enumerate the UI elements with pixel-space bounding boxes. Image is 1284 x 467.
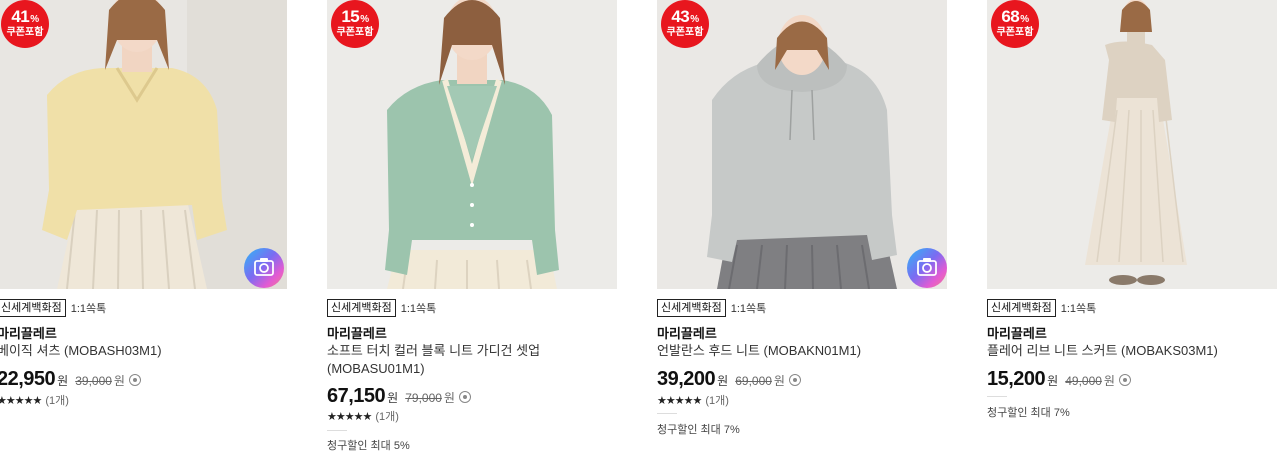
divider: [327, 430, 347, 431]
product-name[interactable]: 베이직 셔츠 (MOBASH03M1): [0, 342, 287, 360]
discount-badge: 68% 쿠폰포함: [991, 0, 1039, 48]
product-image[interactable]: 41% 쿠폰포함: [0, 0, 287, 289]
brand-name[interactable]: 마리끌레르: [0, 323, 57, 342]
info-circle-icon[interactable]: [458, 391, 471, 403]
brand-name[interactable]: 마리끌레르: [657, 323, 717, 342]
discount-badge: 43% 쿠폰포함: [661, 0, 709, 48]
sale-price: 22,950: [0, 368, 56, 390]
rating[interactable]: ★★★★★ (1개): [0, 392, 69, 408]
camera-review-button[interactable]: [244, 248, 284, 288]
brand-name[interactable]: 마리끌레르: [327, 323, 387, 342]
product-card[interactable]: 41% 쿠폰포함 신세계백화점 1:1쏙톡 마리끌레르 베이직 셔츠 (MOBA…: [0, 0, 287, 407]
product-name[interactable]: 소프트 터치 컬러 블록 니트 가디건 셋업 (MOBASU01M1): [327, 342, 617, 378]
rating[interactable]: ★★★★★ (1개): [327, 408, 399, 424]
product-image[interactable]: 68% 쿠폰포함: [987, 0, 1277, 289]
original-currency: 원: [443, 391, 455, 405]
star-icon: ★★★★★: [0, 394, 42, 407]
product-card[interactable]: 15% 쿠폰포함 신세계백화점 1:1쏙톡 마리끌레르 소프트 터치 컬러 블록…: [327, 0, 617, 452]
price-row: 39,200 원 69,000 원: [657, 368, 801, 391]
info-circle-icon[interactable]: [128, 374, 141, 386]
store-row: 신세계백화점 1:1쏙톡: [0, 299, 106, 317]
coupon-label: 쿠폰포함: [336, 27, 374, 38]
original-price: 69,000: [735, 374, 772, 388]
product-card[interactable]: 43% 쿠폰포함 신세계백화점 1:1쏙톡 마리끌레르 언발란스 후드 니트 (…: [657, 0, 947, 436]
currency: 원: [1047, 374, 1059, 388]
product-image[interactable]: 15% 쿠폰포함: [327, 0, 617, 289]
product-photo: [327, 0, 617, 289]
original-currency: 원: [773, 374, 785, 388]
product-photo: [987, 0, 1277, 289]
camera-review-button[interactable]: [907, 248, 947, 288]
review-count: (1개): [45, 395, 69, 407]
chat-link[interactable]: 1:1쏙톡: [731, 300, 767, 316]
price-row: 22,950 원 39,000 원: [0, 368, 141, 391]
original-price: 39,000: [75, 374, 112, 388]
store-tag[interactable]: 신세계백화점: [657, 299, 726, 317]
review-count: (1개): [705, 395, 729, 407]
card-discount-promo: 청구할인 최대 7%: [987, 407, 1070, 419]
product-name[interactable]: 플레어 리브 니트 스커트 (MOBAKS03M1): [987, 342, 1277, 360]
original-currency: 원: [113, 374, 125, 388]
review-count: (1개): [375, 411, 399, 423]
store-row: 신세계백화점 1:1쏙톡: [657, 299, 766, 317]
sale-price: 15,200: [987, 368, 1046, 390]
rating[interactable]: ★★★★★ (1개): [657, 392, 729, 408]
currency: 원: [717, 374, 729, 388]
chat-link[interactable]: 1:1쏙톡: [401, 300, 437, 316]
coupon-label: 쿠폰포함: [996, 27, 1034, 38]
discount-badge: 41% 쿠폰포함: [1, 0, 49, 48]
store-tag[interactable]: 신세계백화점: [0, 299, 66, 317]
sale-price: 39,200: [657, 368, 716, 390]
product-card[interactable]: 68% 쿠폰포함 신세계백화점 1:1쏙톡 마리끌레르 플레어 리브 니트 스커…: [987, 0, 1277, 419]
divider: [657, 413, 677, 414]
currency: 원: [387, 391, 399, 405]
product-photo: [657, 0, 947, 289]
info-circle-icon[interactable]: [788, 374, 801, 386]
product-image[interactable]: 43% 쿠폰포함: [657, 0, 947, 289]
price-row: 67,150 원 79,000 원: [327, 385, 471, 408]
camera-icon: [254, 258, 274, 276]
card-discount-promo: 청구할인 최대 5%: [327, 440, 410, 452]
original-currency: 원: [1103, 374, 1115, 388]
coupon-label: 쿠폰포함: [6, 27, 44, 38]
store-tag[interactable]: 신세계백화점: [327, 299, 396, 317]
divider: [987, 396, 1007, 397]
original-price: 79,000: [405, 391, 442, 405]
price-row: 15,200 원 49,000 원: [987, 368, 1131, 391]
star-icon: ★★★★★: [657, 394, 702, 407]
info-circle-icon[interactable]: [1118, 374, 1131, 386]
original-price: 49,000: [1065, 374, 1102, 388]
sale-price: 67,150: [327, 385, 386, 407]
discount-badge: 15% 쿠폰포함: [331, 0, 379, 48]
star-icon: ★★★★★: [327, 410, 372, 423]
chat-link[interactable]: 1:1쏙톡: [1061, 300, 1097, 316]
currency: 원: [57, 374, 69, 388]
store-row: 신세계백화점 1:1쏙톡: [327, 299, 436, 317]
store-tag[interactable]: 신세계백화점: [987, 299, 1056, 317]
coupon-label: 쿠폰포함: [666, 27, 704, 38]
product-name[interactable]: 언발란스 후드 니트 (MOBAKN01M1): [657, 342, 947, 360]
chat-link[interactable]: 1:1쏙톡: [71, 300, 107, 316]
product-photo: [0, 0, 287, 289]
camera-icon: [917, 258, 937, 276]
card-discount-promo: 청구할인 최대 7%: [657, 424, 740, 436]
brand-name[interactable]: 마리끌레르: [987, 323, 1047, 342]
store-row: 신세계백화점 1:1쏙톡: [987, 299, 1096, 317]
